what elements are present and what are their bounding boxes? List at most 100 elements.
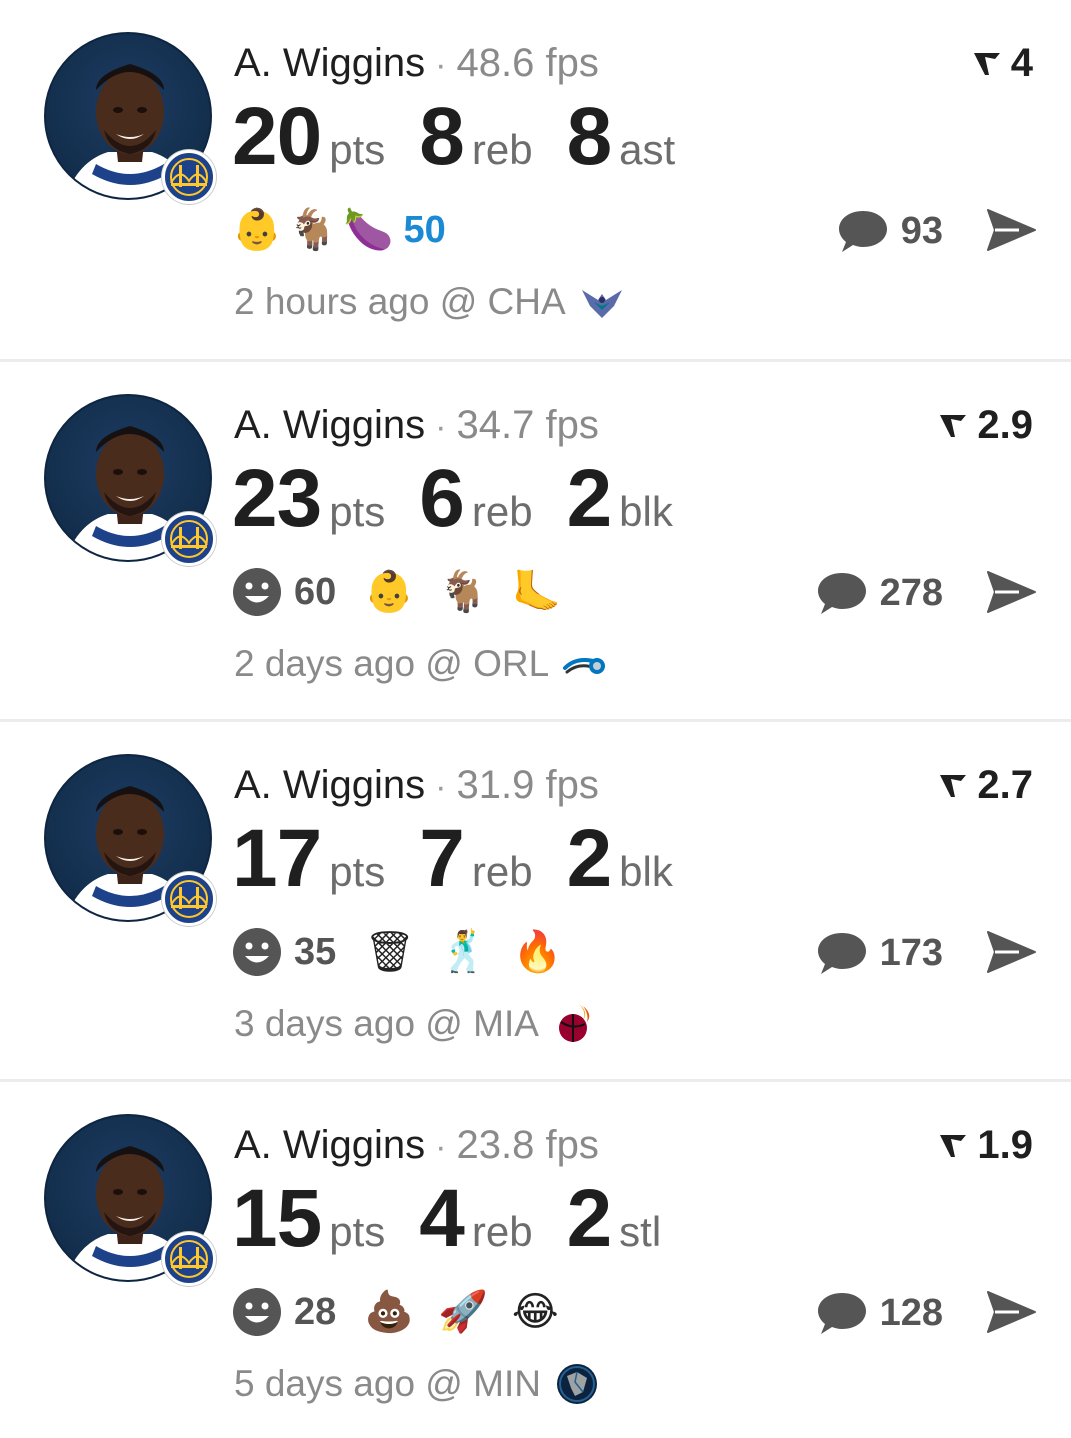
rank-score: 4 [971,40,1033,86]
fantasy-points: 31.9 fps [456,763,599,807]
reactions-bar[interactable]: 👶 🐐 🍆 50 [232,200,474,260]
stat-value: 8 [566,91,613,182]
reactions-bar[interactable]: 35 🗑 🕺 🔥 [232,922,587,982]
rank-flag-icon [973,53,1000,75]
reaction-count[interactable]: 35 [294,931,336,974]
player-header: A. Wiggins · 48.6 fps [234,40,599,88]
player-name[interactable]: A. Wiggins [234,41,425,85]
player-avatar[interactable] [44,754,216,926]
stat-unit: ast [619,126,676,173]
stat-item: 8 ast [567,92,676,182]
comment-count: 278 [879,571,943,614]
feed-card[interactable]: A. Wiggins · 48.6 fps 4 20 pts 8 reb 8 ast… [0,0,1071,360]
rank-score: 2.9 [937,402,1033,448]
reaction-emoji[interactable]: 👶 [232,204,282,256]
share-send-icon[interactable] [985,928,1037,976]
reaction-emoji[interactable]: 🗑 [364,926,415,978]
reactions-bar[interactable]: 28 💩 🚀 😂 [232,1282,583,1342]
player-feed: A. Wiggins · 48.6 fps 4 20 pts 8 reb 8 ast… [0,0,1071,1438]
stat-unit: reb [471,488,533,535]
rank-flag-icon [940,415,967,437]
reaction-emoji[interactable]: 🐐 [288,204,338,256]
reaction-emoji[interactable]: 👶 [364,566,414,618]
reactions-bar[interactable]: 60 👶 🐐 🦶 [232,562,586,622]
separator-dot: · [435,1128,447,1166]
stat-unit: pts [329,488,386,535]
share-send-icon[interactable] [985,568,1037,616]
share-send-icon[interactable] [985,1288,1037,1336]
comments-button[interactable]: 173 [816,928,943,978]
reaction-count[interactable]: 50 [403,209,445,252]
comments-button[interactable]: 278 [816,568,943,618]
comments-button[interactable]: 93 [837,206,943,256]
player-name[interactable]: A. Wiggins [234,1123,425,1167]
stat-item: 6 reb [419,454,532,544]
reaction-emoji[interactable]: 🦶 [512,566,562,618]
stat-value: 15 [232,1173,322,1264]
feed-card[interactable]: A. Wiggins · 31.9 fps 2.7 17 pts 7 reb 2 b… [0,722,1071,1082]
reaction-emoji[interactable]: 🐐 [438,566,488,618]
stat-unit: blk [619,488,673,535]
rank-value: 2.7 [977,763,1033,807]
share-send-icon[interactable] [985,206,1037,254]
fantasy-points: 48.6 fps [456,41,599,85]
stat-value: 6 [419,453,465,544]
separator-dot: · [435,408,447,446]
player-avatar[interactable] [44,32,216,204]
warriors-logo-icon [162,872,216,926]
player-avatar[interactable] [44,394,216,566]
rank-flag-icon [940,775,967,797]
reaction-emoji[interactable]: 💩 [364,1286,414,1338]
reaction-count[interactable]: 60 [294,571,336,614]
rank-score: 1.9 [937,1122,1033,1168]
game-time: 5 days ago @ MIN [234,1362,599,1406]
player-header: A. Wiggins · 23.8 fps [234,1122,599,1170]
stat-item: 23 pts [232,454,385,544]
separator-dot: · [435,768,447,806]
timberwolves-logo-icon [556,1364,597,1404]
stat-unit: reb [471,848,533,895]
stat-line: 15 pts 4 reb 2 stl [232,1174,695,1264]
stat-item: 2 stl [567,1174,662,1264]
reaction-count[interactable]: 28 [294,1291,336,1334]
stat-item: 7 reb [419,814,532,904]
add-reaction-smiley-icon[interactable] [232,927,282,977]
reaction-emoji[interactable]: 🚀 [438,1286,488,1338]
reaction-emoji[interactable]: 🍆 [344,204,394,256]
game-time: 3 days ago @ MIA [234,1002,597,1046]
stat-value: 17 [232,813,322,904]
warriors-logo-icon [162,150,216,204]
feed-card[interactable]: A. Wiggins · 23.8 fps 1.9 15 pts 4 reb 2 s… [0,1082,1071,1438]
rank-value: 1.9 [977,1123,1033,1167]
warriors-logo-icon [162,512,216,566]
magic-logo-icon [563,658,606,674]
fantasy-points: 23.8 fps [456,1123,599,1167]
stat-item: 2 blk [567,814,673,904]
stat-item: 20 pts [232,92,385,182]
stat-unit: blk [619,848,673,895]
stat-item: 4 reb [419,1174,532,1264]
time-opponent-text: 5 days ago @ MIN [234,1363,541,1404]
stat-value: 7 [419,813,465,904]
reaction-emoji[interactable]: 😂 [512,1286,559,1338]
add-reaction-smiley-icon[interactable] [232,567,282,617]
player-avatar[interactable] [44,1114,216,1286]
stat-line: 17 pts 7 reb 2 blk [232,814,707,904]
player-name[interactable]: A. Wiggins [234,403,425,447]
stat-value: 23 [232,453,322,544]
stat-item: 17 pts [232,814,385,904]
comment-count: 93 [900,209,943,252]
player-name[interactable]: A. Wiggins [234,763,425,807]
reaction-emoji[interactable]: 🕺 [439,926,489,978]
rank-value: 2.9 [977,403,1033,447]
feed-card[interactable]: A. Wiggins · 34.7 fps 2.9 23 pts 6 reb 2 b… [0,362,1071,722]
player-header: A. Wiggins · 34.7 fps [234,402,599,450]
stat-value: 20 [232,91,322,182]
stat-unit: pts [329,1208,386,1255]
stat-unit: stl [619,1208,662,1255]
add-reaction-smiley-icon[interactable] [232,1287,282,1337]
reaction-emoji[interactable]: 🔥 [513,926,563,978]
stat-value: 2 [566,813,613,904]
comments-button[interactable]: 128 [816,1288,943,1338]
stat-line: 20 pts 8 reb 8 ast [232,92,709,182]
